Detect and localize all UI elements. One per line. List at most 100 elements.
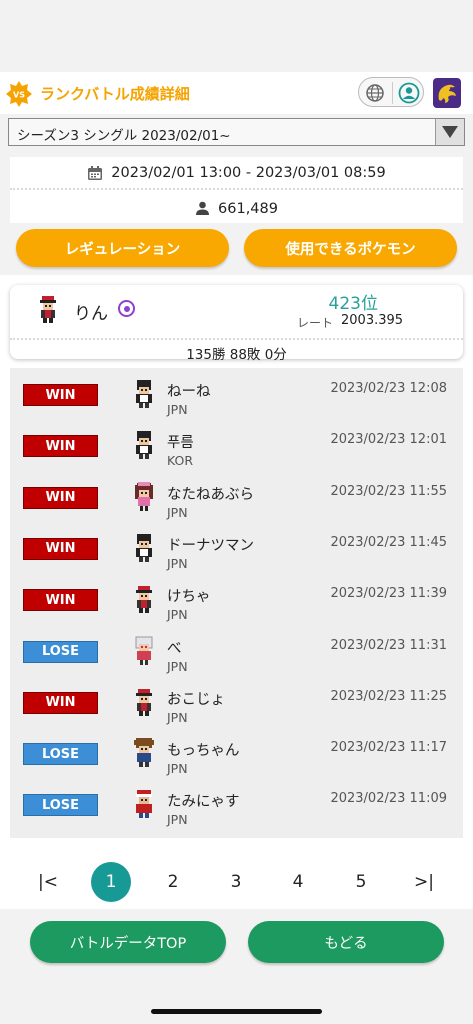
home-indicator bbox=[151, 1009, 322, 1014]
battle-row[interactable]: WIN なたねあぶら JPN 2023/02/23 11:55 bbox=[10, 471, 463, 522]
black-hair-trainer-icon bbox=[136, 380, 152, 408]
lose-badge: LOSE bbox=[23, 794, 98, 817]
battle-row[interactable]: LOSE べ JPN 2023/02/23 11:31 bbox=[10, 625, 463, 676]
player-rank: 423位 bbox=[328, 294, 378, 314]
win-badge: WIN bbox=[23, 537, 98, 560]
lose-badge: LOSE bbox=[23, 743, 98, 766]
battle-datetime: 2023/02/23 11:17 bbox=[330, 740, 447, 756]
opponent-avatar bbox=[132, 378, 156, 414]
regulation-button[interactable]: レギュレーション bbox=[16, 229, 229, 267]
opponent-avatar bbox=[132, 788, 156, 824]
vs-badge-label: VS bbox=[13, 91, 25, 100]
win-badge: WIN bbox=[23, 691, 98, 714]
opponent-avatar bbox=[132, 481, 156, 517]
opponent-country: JPN bbox=[167, 504, 188, 520]
player-name: りん bbox=[74, 304, 108, 324]
page-4-button[interactable]: 4 bbox=[278, 862, 318, 902]
opponent-country: JPN bbox=[167, 607, 188, 623]
opponent-country: JPN bbox=[167, 555, 188, 571]
last-page-button[interactable]: >| bbox=[404, 862, 444, 902]
status-bar-area bbox=[0, 0, 473, 72]
opponent-avatar bbox=[132, 635, 156, 671]
page-1-button[interactable]: 1 bbox=[91, 862, 131, 902]
win-badge: WIN bbox=[23, 589, 98, 612]
black-hair-trainer-icon bbox=[136, 431, 152, 460]
rate-value: 2003.395 bbox=[341, 313, 404, 328]
pagination: |< 1 2 3 4 5 >| bbox=[0, 860, 473, 904]
opponent-name: もっちゃん bbox=[167, 743, 240, 760]
battle-data-top-button[interactable]: バトルデータTOP bbox=[30, 921, 226, 963]
globe-icon bbox=[366, 84, 384, 102]
opponent-name: ドーナツマン bbox=[167, 537, 254, 554]
opponent-name: 푸름 bbox=[167, 435, 194, 452]
win-loss-record: 135勝 88敗 0分 bbox=[10, 338, 463, 363]
battle-datetime: 2023/02/23 12:01 bbox=[330, 432, 447, 448]
opponent-name: たみにゃす bbox=[167, 794, 240, 811]
rate-label: レート bbox=[297, 316, 334, 330]
first-page-button[interactable]: |< bbox=[28, 862, 68, 902]
battle-row[interactable]: LOSE もっちゃん JPN 2023/02/23 11:17 bbox=[10, 727, 463, 778]
battle-datetime: 2023/02/23 12:08 bbox=[330, 381, 447, 396]
battle-row[interactable]: WIN 푸름 KOR 2023/02/23 12:01 bbox=[10, 419, 463, 470]
header-icon-group bbox=[358, 77, 424, 107]
opponent-name: べ bbox=[167, 640, 182, 657]
brown-hair-trainer-icon bbox=[134, 738, 154, 768]
battle-row[interactable]: WIN おこじょ JPN 2023/02/23 11:25 bbox=[10, 676, 463, 727]
opponent-country: KOR bbox=[167, 453, 194, 469]
black-hair-trainer-icon bbox=[136, 533, 152, 562]
person-icon bbox=[196, 201, 210, 215]
season-period: 2023/02/01 13:00 - 2023/03/01 08:59 bbox=[111, 164, 386, 181]
participants-count: 661,489 bbox=[218, 200, 278, 217]
app-header: VS ランクバトル成績詳細 bbox=[0, 72, 473, 114]
opponent-name: おこじょ bbox=[167, 691, 225, 708]
usable-pokemon-button[interactable]: 使用できるポケモン bbox=[244, 229, 457, 267]
battle-datetime: 2023/02/23 11:55 bbox=[330, 483, 447, 499]
opponent-avatar bbox=[132, 686, 156, 722]
opponent-avatar bbox=[132, 429, 156, 465]
red-cap-trainer-icon bbox=[136, 586, 152, 614]
battle-datetime: 2023/02/23 11:45 bbox=[330, 534, 447, 550]
season-select-value: シーズン3 シングル 2023/02/01~ bbox=[17, 128, 231, 144]
back-button[interactable]: もどる bbox=[248, 921, 444, 963]
red-boy-trainer-icon bbox=[136, 790, 152, 819]
win-badge: WIN bbox=[23, 435, 98, 458]
participants-row: 661,489 bbox=[10, 192, 463, 225]
win-badge: WIN bbox=[23, 486, 98, 509]
red-cap-trainer-icon bbox=[40, 296, 56, 323]
battle-row[interactable]: WIN ねーね JPN 2023/02/23 12:08 bbox=[10, 368, 463, 419]
page-5-button[interactable]: 5 bbox=[341, 862, 381, 902]
opponent-avatar bbox=[132, 532, 156, 568]
pokeball-icon bbox=[118, 300, 135, 317]
opponent-name: けちゃ bbox=[167, 589, 211, 606]
page-2-button[interactable]: 2 bbox=[153, 862, 193, 902]
battle-row[interactable]: WIN ドーナツマン JPN 2023/02/23 11:45 bbox=[10, 522, 463, 573]
globe-button[interactable] bbox=[362, 80, 388, 106]
season-select[interactable]: シーズン3 シングル 2023/02/01~ bbox=[8, 118, 465, 146]
opponent-avatar bbox=[132, 583, 156, 619]
battle-datetime: 2023/02/23 11:39 bbox=[330, 586, 447, 602]
user-button[interactable] bbox=[396, 80, 422, 106]
opponent-country: JPN bbox=[167, 761, 188, 777]
season-period-row: 2023/02/01 13:00 - 2023/03/01 08:59 bbox=[10, 157, 463, 190]
battle-history-list: WIN ねーね JPN 2023/02/23 12:08 WIN 푸름 KOR 2023/02… bbox=[10, 368, 463, 838]
icon-divider bbox=[392, 82, 393, 104]
opponent-avatar bbox=[132, 737, 156, 773]
page-3-button[interactable]: 3 bbox=[216, 862, 256, 902]
battle-row[interactable]: LOSE たみにゃす JPN 2023/02/23 11:09 bbox=[10, 778, 463, 829]
opponent-country: JPN bbox=[167, 812, 188, 828]
calendar-icon bbox=[88, 165, 103, 180]
opponent-name: ねーね bbox=[167, 384, 211, 400]
battle-datetime: 2023/02/23 11:25 bbox=[330, 688, 447, 704]
battle-datetime: 2023/02/23 11:09 bbox=[330, 791, 447, 807]
opponent-country: JPN bbox=[167, 709, 188, 725]
vs-badge-icon: VS bbox=[6, 81, 32, 107]
player-avatar bbox=[36, 293, 60, 329]
dragon-logo-icon bbox=[438, 84, 456, 103]
opponent-country: JPN bbox=[167, 402, 188, 417]
red-cap-trainer-icon bbox=[136, 688, 152, 716]
game-logo[interactable] bbox=[433, 78, 461, 108]
page-title: ランクバトル成績詳細 bbox=[40, 85, 190, 103]
dropdown-arrow-icon[interactable] bbox=[435, 119, 464, 145]
battle-row[interactable]: WIN けちゃ JPN 2023/02/23 11:39 bbox=[10, 573, 463, 624]
player-card: りん 423位 レート 2003.395 135勝 88敗 0分 bbox=[10, 285, 463, 363]
